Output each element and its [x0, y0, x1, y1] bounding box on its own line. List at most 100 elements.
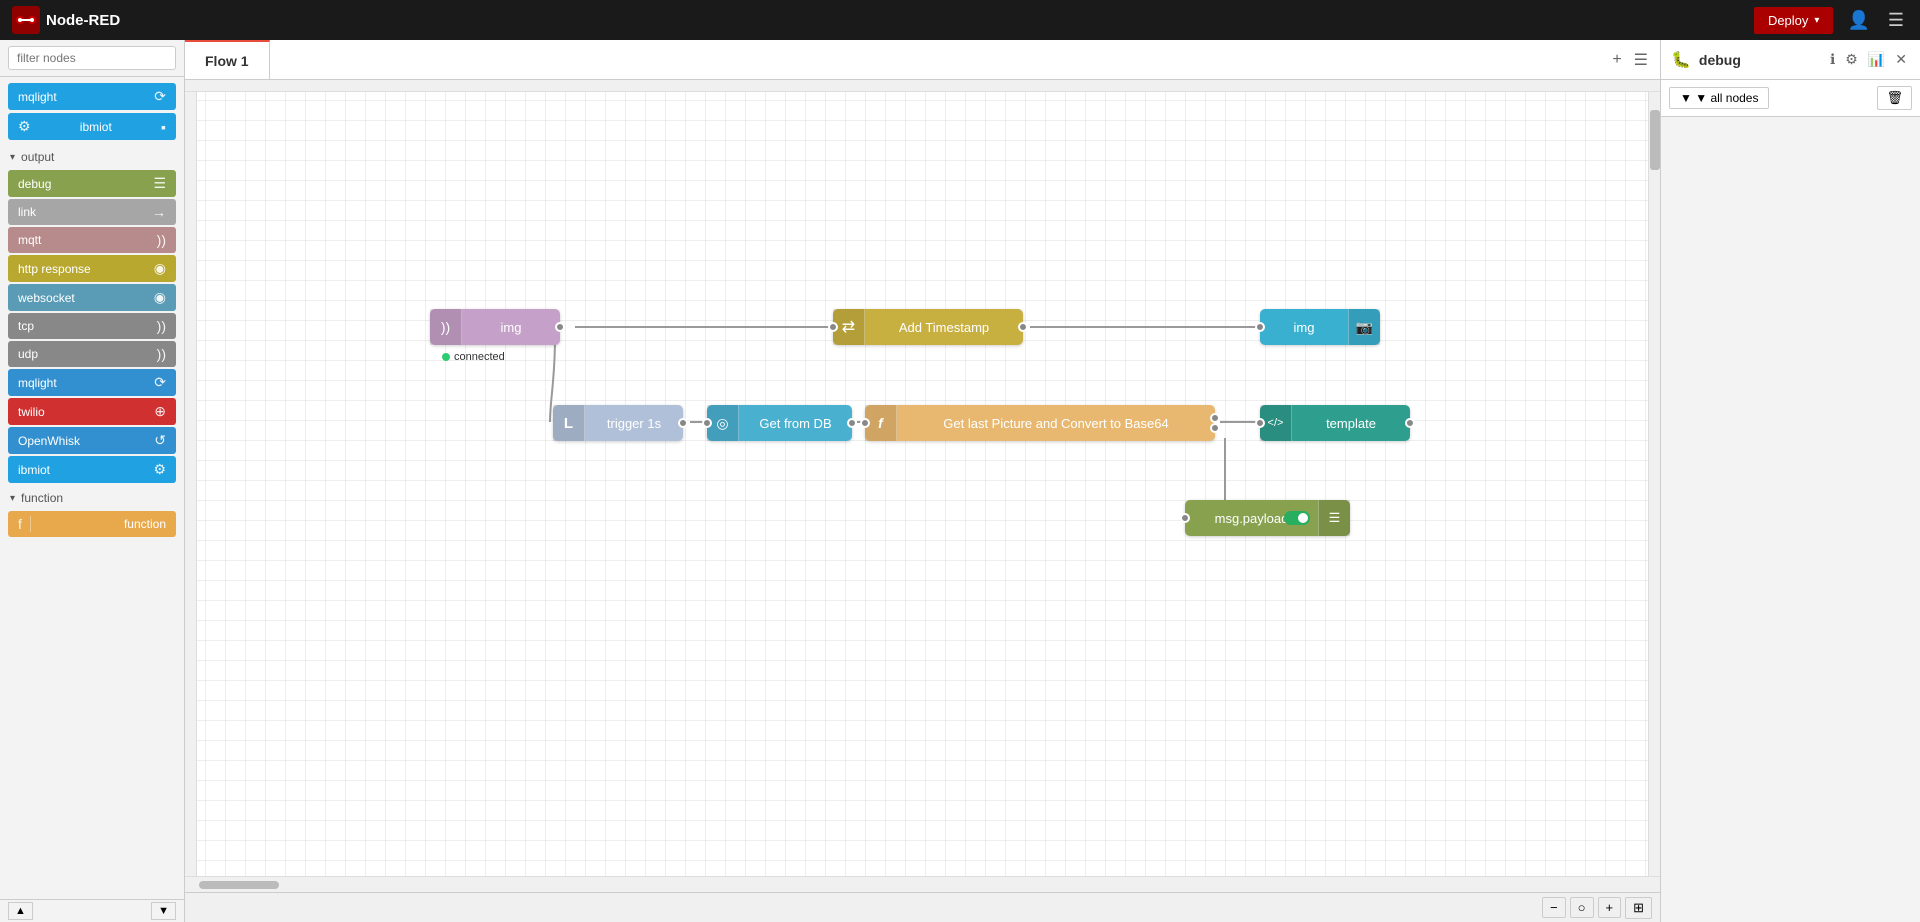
- canvas[interactable]: )) img connected ⇄ Add Timestamp img 📷: [185, 80, 1660, 876]
- tabs-bar: Flow 1 + ☰: [185, 40, 1660, 80]
- get-last-picture-port-right-top: [1210, 413, 1220, 423]
- main-layout: mqlight ⟳ ⚙ ibmiot ▪ ▾ output debug ☰: [0, 40, 1920, 922]
- debug-title-icon: 🐛: [1671, 50, 1691, 70]
- tcp-icon: )): [157, 318, 166, 334]
- chart-tab-button[interactable]: 📊: [1865, 48, 1888, 71]
- deploy-button[interactable]: Deploy ▾: [1754, 7, 1834, 34]
- zoom-reset-button[interactable]: ○: [1570, 897, 1594, 918]
- node-label: mqlight: [18, 90, 57, 104]
- canvas-left-scrollbar[interactable]: [185, 80, 197, 876]
- node-msg-payload[interactable]: msg.payload ☰: [1185, 500, 1350, 536]
- node-get-from-db[interactable]: ◎ Get from DB: [707, 405, 852, 441]
- zoom-out-button[interactable]: −: [1542, 897, 1566, 918]
- mqtt-icon: )): [157, 232, 166, 248]
- img-input-label: img: [462, 320, 560, 335]
- list-item[interactable]: tcp )): [8, 313, 176, 339]
- add-timestamp-port-left: [828, 322, 838, 332]
- list-item[interactable]: debug ☰: [8, 170, 176, 197]
- websocket-icon: ◉: [154, 289, 166, 306]
- trigger-icon: L: [553, 405, 585, 441]
- add-flow-button[interactable]: +: [1608, 47, 1625, 73]
- user-button[interactable]: 👤: [1843, 6, 1873, 35]
- flow-menu-button[interactable]: ☰: [1630, 46, 1652, 74]
- template-label: template: [1292, 416, 1410, 431]
- node-label: tcp: [18, 319, 34, 333]
- list-item[interactable]: ibmiot ⚙: [8, 456, 176, 483]
- msg-payload-port-left: [1180, 513, 1190, 523]
- right-panel-header: 🐛 debug ℹ ⚙ 📊 ✕: [1661, 40, 1920, 80]
- filter-nodes-input[interactable]: [8, 46, 176, 70]
- clear-debug-button[interactable]: 🗑: [1877, 86, 1912, 110]
- node-label: twilio: [18, 405, 45, 419]
- node-trigger-1s[interactable]: L trigger 1s: [553, 405, 683, 441]
- scrollbar-thumb[interactable]: [1650, 110, 1660, 170]
- scroll-up-button[interactable]: ▲: [8, 902, 33, 920]
- function-icon: f: [18, 516, 31, 532]
- get-last-picture-label: Get last Picture and Convert to Base64: [897, 416, 1215, 431]
- add-timestamp-label: Add Timestamp: [865, 320, 1023, 335]
- canvas-area: Flow 1 + ☰: [185, 40, 1660, 922]
- node-img-input[interactable]: )) img connected: [430, 309, 560, 345]
- canvas-right-scrollbar[interactable]: [1648, 80, 1660, 876]
- trigger-port-right: [678, 418, 688, 428]
- msg-payload-toggle[interactable]: [1284, 511, 1310, 525]
- zoom-in-button[interactable]: +: [1598, 897, 1622, 918]
- udp-icon: )): [157, 346, 166, 362]
- node-img-output[interactable]: img 📷: [1260, 309, 1380, 345]
- openwhisk-icon: ↺: [154, 432, 166, 449]
- sidebar-scroll-buttons: ▲ ▼: [0, 899, 184, 922]
- category-function-header[interactable]: ▾ function: [0, 487, 184, 509]
- debug-icon: ☰: [153, 175, 166, 192]
- list-item[interactable]: mqlight ⟳: [8, 83, 176, 110]
- filter-all-nodes-button[interactable]: ▼ ▼ all nodes: [1669, 87, 1769, 109]
- node-label: http response: [18, 262, 91, 276]
- get-from-db-port-left: [702, 418, 712, 428]
- status-dot: [442, 353, 450, 361]
- list-item[interactable]: udp )): [8, 341, 176, 367]
- list-item[interactable]: OpenWhisk ↺: [8, 427, 176, 454]
- topbar-left: Node-RED: [12, 6, 120, 34]
- topbar: Node-RED Deploy ▾ 👤 ☰: [0, 0, 1920, 40]
- menu-button[interactable]: ☰: [1884, 6, 1908, 35]
- category-output-header[interactable]: ▾ output: [0, 146, 184, 168]
- horizontal-scrollbar[interactable]: [185, 876, 1660, 892]
- category-output-label: output: [21, 150, 54, 164]
- canvas-top-scrollbar[interactable]: [185, 80, 1660, 92]
- add-timestamp-port-right: [1018, 322, 1028, 332]
- sidebar: mqlight ⟳ ⚙ ibmiot ▪ ▾ output debug ☰: [0, 40, 185, 922]
- get-from-db-label: Get from DB: [739, 416, 852, 431]
- list-item[interactable]: twilio ⊕: [8, 398, 176, 425]
- list-item[interactable]: http response ◉: [8, 255, 176, 282]
- node-label: link: [18, 205, 36, 219]
- right-panel-title: debug: [1699, 52, 1819, 68]
- grid-button[interactable]: ⊞: [1625, 897, 1652, 919]
- node-label: websocket: [18, 291, 75, 305]
- scroll-down-button[interactable]: ▼: [151, 902, 176, 920]
- node-get-last-picture[interactable]: f Get last Picture and Convert to Base64: [865, 405, 1215, 441]
- list-item[interactable]: f function: [8, 511, 176, 537]
- topbar-right: Deploy ▾ 👤 ☰: [1754, 6, 1908, 35]
- template-port-left: [1255, 418, 1265, 428]
- list-item[interactable]: link →: [8, 199, 176, 225]
- img-output-label: img: [1260, 320, 1348, 335]
- close-panel-button[interactable]: ✕: [1892, 48, 1910, 71]
- sidebar-nodes-list: mqlight ⟳ ⚙ ibmiot ▪ ▾ output debug ☰: [0, 77, 184, 899]
- list-item[interactable]: ⚙ ibmiot ▪: [8, 113, 176, 140]
- node-label: mqlight: [18, 376, 57, 390]
- right-panel-content: [1661, 117, 1920, 922]
- get-from-db-port-right: [847, 418, 857, 428]
- template-port-right: [1405, 418, 1415, 428]
- tab-flow1[interactable]: Flow 1: [185, 40, 270, 79]
- info-tab-button[interactable]: ℹ: [1827, 48, 1838, 71]
- node-label: ibmiot: [80, 120, 112, 134]
- tab-flow1-label: Flow 1: [205, 53, 249, 69]
- h-scrollbar-thumb[interactable]: [199, 881, 279, 889]
- node-template[interactable]: </> template: [1260, 405, 1410, 441]
- list-item[interactable]: websocket ◉: [8, 284, 176, 311]
- node-add-timestamp[interactable]: ⇄ Add Timestamp: [833, 309, 1023, 345]
- settings-tab-button[interactable]: ⚙: [1842, 48, 1861, 71]
- list-item[interactable]: mqlight ⟳: [8, 369, 176, 396]
- tabs-actions: + ☰: [1608, 40, 1660, 79]
- mqlight-icon: ⟳: [154, 374, 166, 391]
- list-item[interactable]: mqtt )): [8, 227, 176, 253]
